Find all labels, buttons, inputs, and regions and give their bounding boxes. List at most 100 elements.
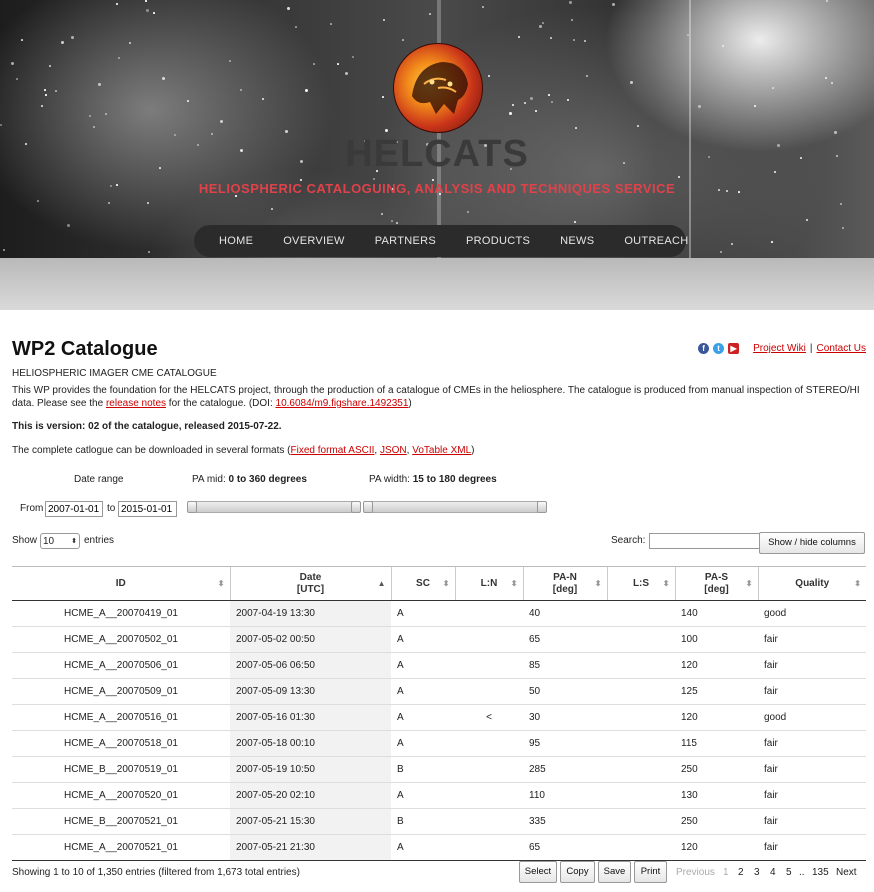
cell-pa-n: 65: [523, 626, 607, 653]
project-wiki-link[interactable]: Project Wiki: [753, 343, 806, 354]
hero-banner: HELCATS HELIOSPHERIC CATALOGUING, ANALYS…: [0, 0, 874, 310]
cell-date: 2007-05-02 00:50: [230, 626, 391, 653]
show-hide-columns-button[interactable]: Show / hide columns: [759, 532, 865, 554]
column-header[interactable]: Quality ⬍: [757, 566, 866, 601]
star: [551, 101, 553, 103]
pagination-ellipsis: ..: [799, 867, 805, 878]
star: [271, 208, 273, 210]
cell-pa-n: 30: [523, 704, 607, 731]
pa-mid-slider[interactable]: [187, 501, 361, 513]
cell-ls: [607, 730, 675, 757]
sort-ascending-icon: ▲: [377, 579, 386, 588]
star: [630, 81, 633, 84]
star: [148, 251, 150, 253]
youtube-icon[interactable]: ▶: [728, 343, 740, 354]
column-header[interactable]: SC ⬍: [390, 566, 455, 601]
star: [240, 89, 242, 91]
star: [305, 89, 308, 92]
nav-news[interactable]: NEWS: [545, 235, 609, 247]
pagination-page-2[interactable]: 2: [738, 867, 744, 878]
cell-pa-s: 130: [675, 782, 758, 809]
cell-date: 2007-05-09 13:30: [230, 678, 391, 705]
column-header[interactable]: PA-S [deg] ⬍: [674, 566, 758, 601]
date-to-input[interactable]: [118, 501, 177, 517]
sort-icon: ⬍: [662, 579, 670, 588]
cell-sc: B: [391, 756, 455, 783]
nav-products[interactable]: PRODUCTS: [451, 235, 545, 247]
search-input[interactable]: [649, 533, 761, 549]
pagination-previous[interactable]: Previous: [676, 867, 715, 878]
pagination-page-last[interactable]: 135: [812, 867, 829, 878]
star: [584, 40, 586, 42]
pagination-page-5[interactable]: 5: [786, 867, 792, 878]
table-row[interactable]: HCME_A__20070521_01 2007-05-21 21:30 A 65 12…: [12, 834, 866, 861]
twitter-icon[interactable]: t: [713, 343, 725, 354]
cell-pa-n: 65: [523, 834, 607, 861]
copy-button[interactable]: Copy: [560, 861, 595, 883]
contact-us-link[interactable]: Contact Us: [817, 343, 866, 354]
save-button[interactable]: Save: [598, 861, 631, 883]
cell-pa-s: 250: [675, 808, 758, 835]
slider-handle-max[interactable]: [351, 501, 361, 513]
table-row[interactable]: HCME_A__20070520_01 2007-05-20 02:10 A 110 1…: [12, 782, 866, 809]
column-header[interactable]: L:S ⬍: [606, 566, 675, 601]
cell-quality: fair: [758, 782, 866, 809]
pagination-next[interactable]: Next: [836, 867, 857, 878]
cell-ln: [455, 652, 523, 679]
pagination-page-1[interactable]: 1: [723, 867, 729, 878]
table-row[interactable]: HCME_A__20070509_01 2007-05-09 13:30 A 50 12…: [12, 678, 866, 705]
column-header-label: L:S: [632, 577, 650, 589]
star: [722, 45, 724, 47]
cell-pa-s: 125: [675, 678, 758, 705]
pagination-page-4[interactable]: 4: [770, 867, 776, 878]
select-button[interactable]: Select: [519, 861, 557, 883]
facebook-icon[interactable]: f: [698, 343, 710, 354]
slider-handle-min[interactable]: [187, 501, 197, 513]
star: [575, 127, 577, 129]
date-from-input[interactable]: [45, 501, 103, 517]
table-row[interactable]: HCME_A__20070516_01 2007-05-16 01:30 A <30 1…: [12, 704, 866, 731]
nav-partners[interactable]: PARTNERS: [360, 235, 451, 247]
star: [0, 124, 2, 126]
pa-width-slider[interactable]: [363, 501, 547, 513]
column-header[interactable]: ID ⬍: [12, 566, 230, 601]
cell-pa-n: 85: [523, 652, 607, 679]
helcats-logo[interactable]: [393, 43, 483, 133]
description-text: ): [408, 398, 412, 409]
column-header[interactable]: PA-N [deg] ⬍: [522, 566, 607, 601]
slider-handle-max[interactable]: [537, 501, 547, 513]
cell-pa-s: 140: [675, 600, 758, 627]
nav-home[interactable]: HOME: [204, 235, 268, 247]
table-row[interactable]: HCME_A__20070518_01 2007-05-18 00:10 A 95 11…: [12, 730, 866, 757]
download-json-link[interactable]: JSON: [380, 445, 407, 456]
star: [535, 110, 537, 112]
column-header[interactable]: L:N ⬍: [454, 566, 523, 601]
star: [831, 82, 833, 84]
cell-sc: A: [391, 652, 455, 679]
download-ascii-link[interactable]: Fixed format ASCII: [291, 445, 375, 456]
table-row[interactable]: HCME_A__20070502_01 2007-05-02 00:50 A 65 10…: [12, 626, 866, 653]
star: [337, 63, 339, 65]
download-votable-link[interactable]: VoTable XML: [412, 445, 471, 456]
table-row[interactable]: HCME_B__20070519_01 2007-05-19 10:50 B 285 2…: [12, 756, 866, 783]
star: [37, 200, 39, 202]
entries-label: entries: [84, 535, 115, 546]
star: [45, 94, 47, 96]
page-size-select[interactable]: 10 ⬍: [40, 533, 80, 549]
nav-overview[interactable]: OVERVIEW: [268, 235, 360, 247]
nav-outreach[interactable]: OUTREACH: [609, 235, 703, 247]
star: [383, 19, 385, 21]
cell-id: HCME_A__20070506_01: [12, 652, 230, 679]
doi-link[interactable]: 10.6084/m9.figshare.1492351: [276, 398, 409, 409]
table-row[interactable]: HCME_B__20070521_01 2007-05-21 15:30 B 335 2…: [12, 808, 866, 835]
pagination-page-3[interactable]: 3: [754, 867, 760, 878]
cell-id: HCME_A__20070520_01: [12, 782, 230, 809]
show-entries-label: Show: [12, 535, 37, 546]
table-row[interactable]: HCME_A__20070506_01 2007-05-06 06:50 A 85 12…: [12, 652, 866, 679]
table-row[interactable]: HCME_A__20070419_01 2007-04-19 13:30 A 40 14…: [12, 600, 866, 627]
star: [687, 34, 689, 36]
slider-handle-min[interactable]: [363, 501, 373, 513]
release-notes-link[interactable]: release notes: [106, 398, 166, 409]
column-header[interactable]: Date [UTC] ▲: [229, 566, 391, 601]
print-button[interactable]: Print: [634, 861, 667, 883]
